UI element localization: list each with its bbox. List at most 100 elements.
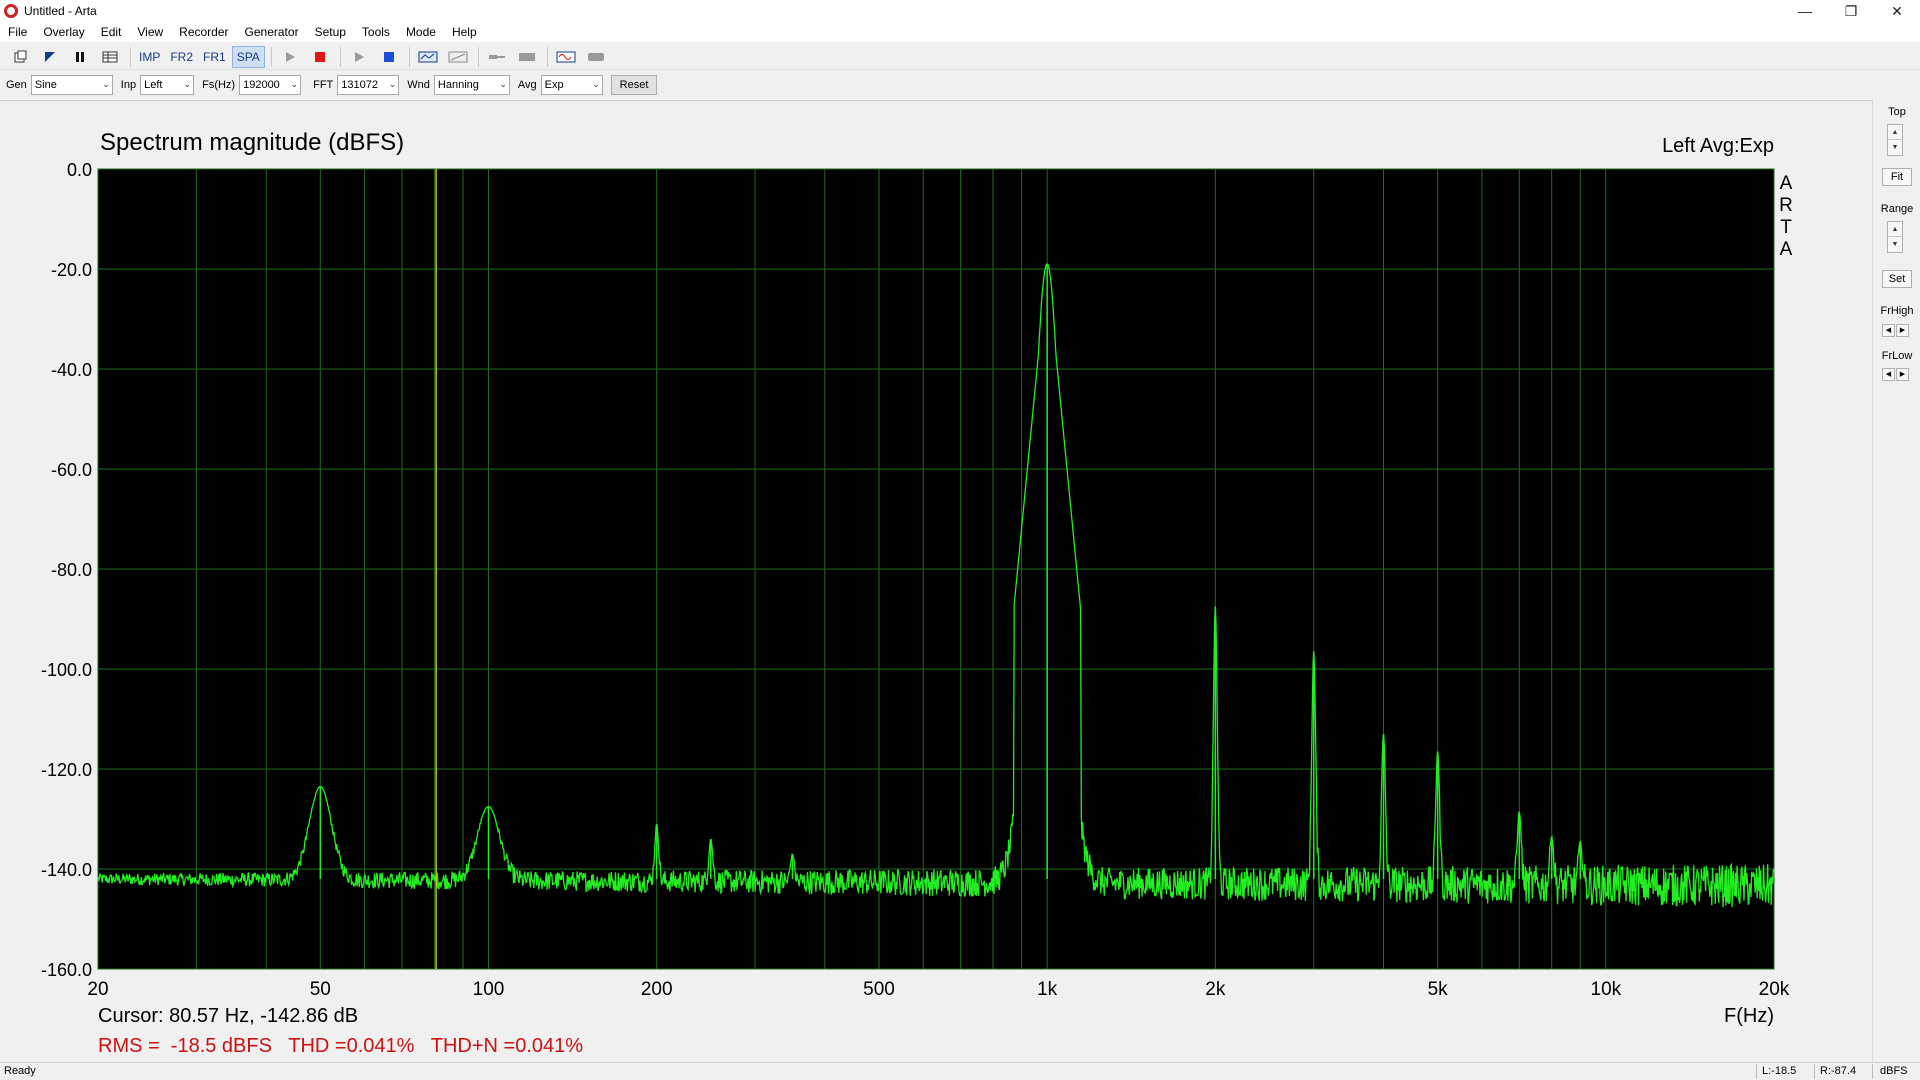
- gen-label: Gen: [6, 79, 27, 91]
- set-button[interactable]: Set: [1882, 270, 1912, 288]
- generator-play-icon[interactable]: [345, 46, 373, 68]
- menu-mode[interactable]: Mode: [398, 22, 444, 42]
- window-title: Untitled - Arta: [24, 4, 97, 18]
- window-value: Hanning: [437, 79, 479, 91]
- oscilloscope-icon[interactable]: [552, 46, 580, 68]
- toolbar-separator: [477, 46, 479, 67]
- cursor-readout: Cursor: 80.57 Hz, -142.86 dB: [98, 1005, 358, 1027]
- x-tick-label: 200: [641, 979, 673, 1000]
- cable-icon[interactable]: [483, 46, 511, 68]
- reset-button[interactable]: Reset: [610, 75, 658, 95]
- right-arrow-icon[interactable]: ▶: [1896, 324, 1909, 337]
- fft-size-select[interactable]: 131072 ⌄: [337, 75, 400, 95]
- menu-tools[interactable]: Tools: [354, 22, 398, 42]
- grid: [97, 168, 1775, 970]
- down-arrow-icon[interactable]: ▼: [1888, 140, 1902, 155]
- restore-icon[interactable]: ❐: [1828, 0, 1874, 22]
- wnd-label: Wnd: [407, 79, 430, 91]
- down-arrow-icon[interactable]: ▼: [1888, 237, 1902, 252]
- y-tick-label: -120.0: [41, 760, 92, 780]
- spectrum-plot-area: Spectrum magnitude (dBFS) Left Avg:Exp 0…: [0, 100, 1872, 1062]
- menu-generator[interactable]: Generator: [237, 22, 307, 42]
- measurement-controls: Gen Sine ⌄ Inp Left ⌄ Fs(Hz) 192000 ⌄ FF…: [0, 73, 1920, 97]
- chevron-down-icon: ⌄: [290, 79, 299, 89]
- status-bar: Ready L:-18.5 R:-87.4 dBFS: [0, 1062, 1920, 1080]
- top-spinner[interactable]: ▲ ▼: [1887, 124, 1903, 156]
- x-axis-label: F(Hz): [1724, 1005, 1774, 1027]
- menu-edit[interactable]: Edit: [93, 22, 130, 42]
- status-separator: [1872, 1064, 1873, 1079]
- frlow-label: FrLow: [1881, 350, 1913, 362]
- y-tick-label: -100.0: [41, 660, 92, 680]
- range-label: Range: [1880, 203, 1914, 215]
- watermark-letter: T: [1780, 217, 1792, 238]
- x-tick-label: 1k: [1037, 979, 1058, 1000]
- open-icon[interactable]: [36, 46, 64, 68]
- watermark-letter: A: [1780, 173, 1793, 194]
- window-select[interactable]: Hanning ⌄: [433, 75, 510, 95]
- range-spinner[interactable]: ▲ ▼: [1887, 221, 1903, 253]
- y-tick-label: -60.0: [51, 460, 92, 480]
- sample-rate-value: 192000: [243, 79, 280, 91]
- menu-view[interactable]: View: [129, 22, 171, 42]
- close-icon[interactable]: ✕: [1874, 0, 1920, 22]
- frlow-arrows[interactable]: ◀ ▶: [1882, 368, 1910, 381]
- level-unit: dBFS: [1880, 1065, 1908, 1077]
- sample-rate-select[interactable]: 192000 ⌄: [239, 75, 302, 95]
- x-tick-label: 10k: [1591, 979, 1622, 1000]
- left-level: L:-18.5: [1762, 1065, 1797, 1077]
- chevron-down-icon: ⌄: [183, 79, 192, 89]
- fft-size-value: 131072: [341, 79, 378, 91]
- left-arrow-icon[interactable]: ◀: [1882, 368, 1895, 381]
- toolbar-separator: [270, 46, 272, 67]
- fs-label: Fs(Hz): [202, 79, 236, 91]
- table-icon[interactable]: [96, 46, 124, 68]
- right-level: R:-87.4: [1820, 1065, 1857, 1077]
- chevron-down-icon: ⌄: [102, 79, 110, 89]
- up-arrow-icon[interactable]: ▲: [1888, 222, 1902, 237]
- imp-mode-button[interactable]: IMP: [135, 46, 164, 68]
- title-bar: Untitled - Arta — ❐ ✕: [0, 0, 1920, 22]
- device-icon[interactable]: [513, 46, 541, 68]
- menu-file[interactable]: File: [0, 22, 35, 42]
- up-arrow-icon[interactable]: ▲: [1888, 125, 1902, 140]
- fr2-mode-button[interactable]: FR2: [166, 46, 197, 68]
- x-tick-label: 50: [310, 979, 331, 1000]
- watermark-letter: A: [1780, 239, 1793, 260]
- new-file-icon[interactable]: [6, 46, 34, 68]
- y-tick-label: -140.0: [41, 860, 92, 880]
- x-tick-label: 500: [863, 979, 895, 1000]
- pause-icon[interactable]: [66, 46, 94, 68]
- minimize-icon[interactable]: —: [1782, 0, 1828, 22]
- toolbar-separator: [546, 46, 548, 67]
- menu-overlay[interactable]: Overlay: [35, 22, 92, 42]
- chevron-down-icon: ⌄: [388, 79, 397, 89]
- frhigh-label: FrHigh: [1880, 305, 1914, 317]
- y-tick-label: -20.0: [51, 260, 92, 280]
- spa-mode-button[interactable]: SPA: [231, 45, 265, 68]
- menu-recorder[interactable]: Recorder: [171, 22, 236, 42]
- generator-select[interactable]: Sine ⌄: [30, 75, 113, 95]
- meter-icon[interactable]: [582, 46, 610, 68]
- record-stop-icon[interactable]: [306, 46, 334, 68]
- play-icon[interactable]: [276, 46, 304, 68]
- fr1-mode-button[interactable]: FR1: [199, 46, 230, 68]
- frhigh-arrows[interactable]: ◀ ▶: [1882, 324, 1910, 337]
- right-arrow-icon[interactable]: ▶: [1896, 368, 1909, 381]
- status-ready: Ready: [4, 1065, 36, 1077]
- x-tick-label: 20: [87, 979, 108, 1000]
- input-select[interactable]: Left ⌄: [140, 75, 195, 95]
- spectrum-chart[interactable]: Spectrum magnitude (dBFS) Left Avg:Exp 0…: [0, 101, 1872, 1063]
- overlay-icon[interactable]: [444, 46, 472, 68]
- menu-setup[interactable]: Setup: [307, 22, 354, 42]
- left-arrow-icon[interactable]: ◀: [1882, 324, 1895, 337]
- spectrum-settings-icon[interactable]: [414, 46, 442, 68]
- menu-help[interactable]: Help: [444, 22, 485, 42]
- fit-button[interactable]: Fit: [1882, 168, 1912, 186]
- x-tick-label: 2k: [1205, 979, 1226, 1000]
- watermark-letter: R: [1779, 195, 1793, 216]
- input-value: Left: [144, 79, 163, 91]
- status-separator: [1756, 1064, 1757, 1079]
- averaging-select[interactable]: Exp ⌄: [540, 75, 603, 95]
- generator-stop-icon[interactable]: [375, 46, 403, 68]
